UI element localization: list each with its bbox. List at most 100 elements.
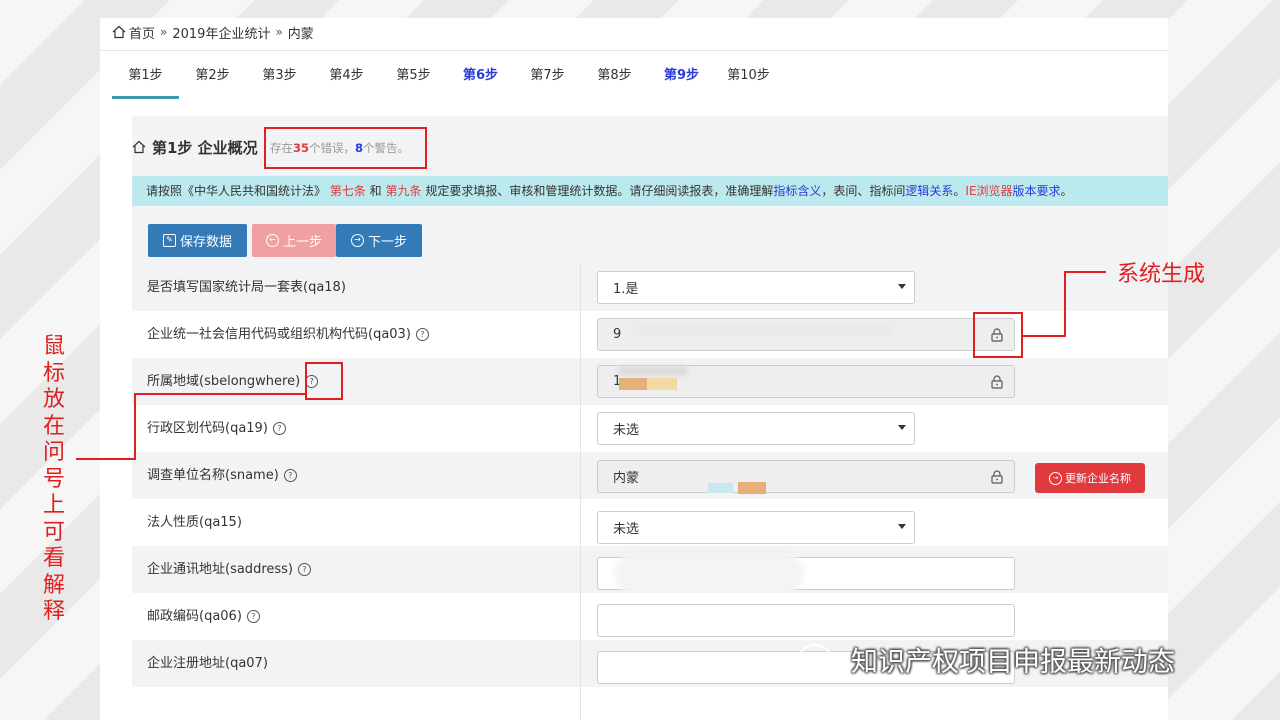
help-icon[interactable]: ?	[415, 328, 429, 341]
edit-icon: ✎	[162, 234, 176, 247]
field-label-text: 是否填写国家统计局一套表(qa18)	[147, 280, 346, 295]
note-char: 号	[42, 466, 65, 492]
prev-step-button[interactable]: ← 上一步	[252, 224, 336, 257]
help-icon[interactable]: ?	[272, 422, 286, 435]
field-label: 法人性质(qa15)	[147, 499, 242, 546]
lock-highlight-box	[973, 312, 1023, 358]
qa15-select[interactable]: 未选	[597, 511, 915, 544]
breadcrumb-current: 内蒙	[287, 26, 314, 42]
next-step-button[interactable]: → 下一步	[336, 224, 422, 257]
warning-count[interactable]: 8	[355, 141, 363, 155]
help-highlight-box	[305, 362, 343, 400]
link-version-requirement[interactable]: 版本要求	[1013, 184, 1061, 198]
form-row	[132, 687, 1168, 720]
arrow-right-circle-icon: →	[350, 234, 364, 247]
form-row: 行政区划代码(qa19)? 未选	[132, 405, 1168, 452]
annotation-line	[134, 393, 136, 460]
annotation-line	[1064, 271, 1106, 273]
watermark-text: 知识产权项目申报最新动态	[851, 647, 1175, 678]
breadcrumb-separator: »	[160, 25, 168, 39]
lock-icon	[991, 470, 1003, 484]
tab-step-2[interactable]: 第2步	[179, 58, 246, 99]
help-icon[interactable]: ?	[246, 610, 260, 623]
note-char: 看	[42, 546, 65, 571]
field-label: 所属地域(sbelongwhere)?	[147, 358, 319, 405]
field-label-text: 企业通讯地址(saddress)	[147, 562, 293, 577]
field-label-text: 企业注册地址(qa07)	[147, 656, 268, 671]
note-char: 放	[42, 387, 65, 412]
breadcrumb-separator: »	[275, 25, 283, 39]
notice-text: 请按照《中华人民共和国统计法》	[146, 184, 327, 198]
update-company-name-button[interactable]: → 更新企业名称	[1035, 463, 1145, 493]
column-divider	[580, 264, 581, 311]
column-divider	[580, 311, 581, 358]
help-icon[interactable]: ?	[298, 563, 311, 576]
note-char: 问	[42, 440, 65, 465]
link-logic-relation[interactable]: 逻辑关系	[905, 184, 953, 198]
annotation-line	[1064, 271, 1066, 337]
annotation-line	[76, 458, 136, 460]
link-ie-browser[interactable]: IE浏览器	[965, 184, 1012, 198]
tab-step-1[interactable]: 第1步	[112, 58, 179, 99]
save-button[interactable]: ✎ 保存数据	[148, 224, 247, 257]
note-char: 可	[42, 519, 65, 545]
annotation-line	[134, 393, 305, 395]
select-value: 未选	[613, 522, 640, 537]
tab-step-10[interactable]: 第10步	[715, 58, 782, 99]
tab-step-3[interactable]: 第3步	[246, 58, 313, 99]
notice-article-7[interactable]: 第七条	[330, 184, 366, 198]
tab-step-8[interactable]: 第8步	[581, 58, 648, 99]
field-label-text: 法人性质(qa15)	[147, 515, 242, 530]
breadcrumb-home[interactable]: 首页	[129, 23, 155, 42]
notice-article-9[interactable]: 第九条	[386, 184, 422, 198]
tab-step-7[interactable]: 第7步	[514, 58, 581, 99]
system-generated-note: 系统生成	[1117, 262, 1206, 287]
qa06-input[interactable]	[597, 604, 1015, 637]
caret-down-icon	[898, 524, 906, 529]
form-row: 邮政编码(qa06)?	[132, 593, 1168, 640]
sname-readonly-field: 内蒙	[597, 460, 1015, 493]
column-divider	[580, 640, 581, 687]
help-icon[interactable]: ?	[283, 469, 297, 482]
note-char: 鼠	[42, 334, 65, 359]
form-row: 法人性质(qa15) 未选	[132, 499, 1168, 546]
field-label-text: 行政区划代码(qa19)	[147, 421, 268, 436]
tab-step-6[interactable]: 第6步	[447, 58, 514, 99]
field-value: 9	[613, 327, 622, 342]
page-title: 第1步 企业概况	[132, 133, 258, 161]
link-indicator-meaning[interactable]: 指标含义	[773, 184, 821, 198]
column-divider	[580, 593, 581, 640]
next-button-label: 下一步	[367, 235, 407, 250]
tab-step-4[interactable]: 第4步	[313, 58, 380, 99]
watermark: 知识产权项目申报最新动态	[797, 640, 1175, 679]
column-divider	[580, 358, 581, 405]
column-divider	[580, 499, 581, 546]
redacted-area	[647, 378, 677, 390]
field-label: 调查单位名称(sname)?	[147, 452, 297, 499]
breadcrumb-year[interactable]: 2019年企业统计	[172, 23, 270, 42]
qa18-select[interactable]: 1.是	[597, 271, 915, 304]
redacted-area	[632, 322, 892, 336]
home-icon[interactable]	[112, 25, 126, 39]
column-divider	[580, 546, 581, 593]
field-label: 企业注册地址(qa07)	[147, 640, 268, 687]
qa19-select[interactable]: 未选	[597, 412, 915, 445]
tab-step-5[interactable]: 第5步	[380, 58, 447, 99]
form-row: 是否填写国家统计局一套表(qa18) 1.是	[132, 264, 1168, 311]
error-prefix: 存在	[270, 141, 293, 155]
redacted-area	[614, 554, 804, 594]
field-label: 企业统一社会信用代码或组织机构代码(qa03)?	[147, 311, 429, 358]
arrow-left-circle-icon: ←	[265, 234, 279, 247]
field-label: 企业通讯地址(saddress)?	[147, 546, 311, 593]
select-value: 1.是	[613, 282, 639, 297]
redacted-area	[619, 378, 649, 390]
section-title-text: 第1步 企业概况	[152, 138, 258, 157]
redacted-area	[738, 482, 766, 494]
tab-step-9[interactable]: 第9步	[648, 58, 715, 99]
divider	[100, 50, 1168, 51]
error-count[interactable]: 35	[293, 141, 309, 155]
hover-help-note: 鼠 标 放 在 问 号 上 可 看 解 释	[40, 334, 68, 626]
note-char: 在	[42, 413, 65, 439]
redacted-area	[618, 366, 688, 376]
prev-button-label: 上一步	[282, 235, 322, 250]
